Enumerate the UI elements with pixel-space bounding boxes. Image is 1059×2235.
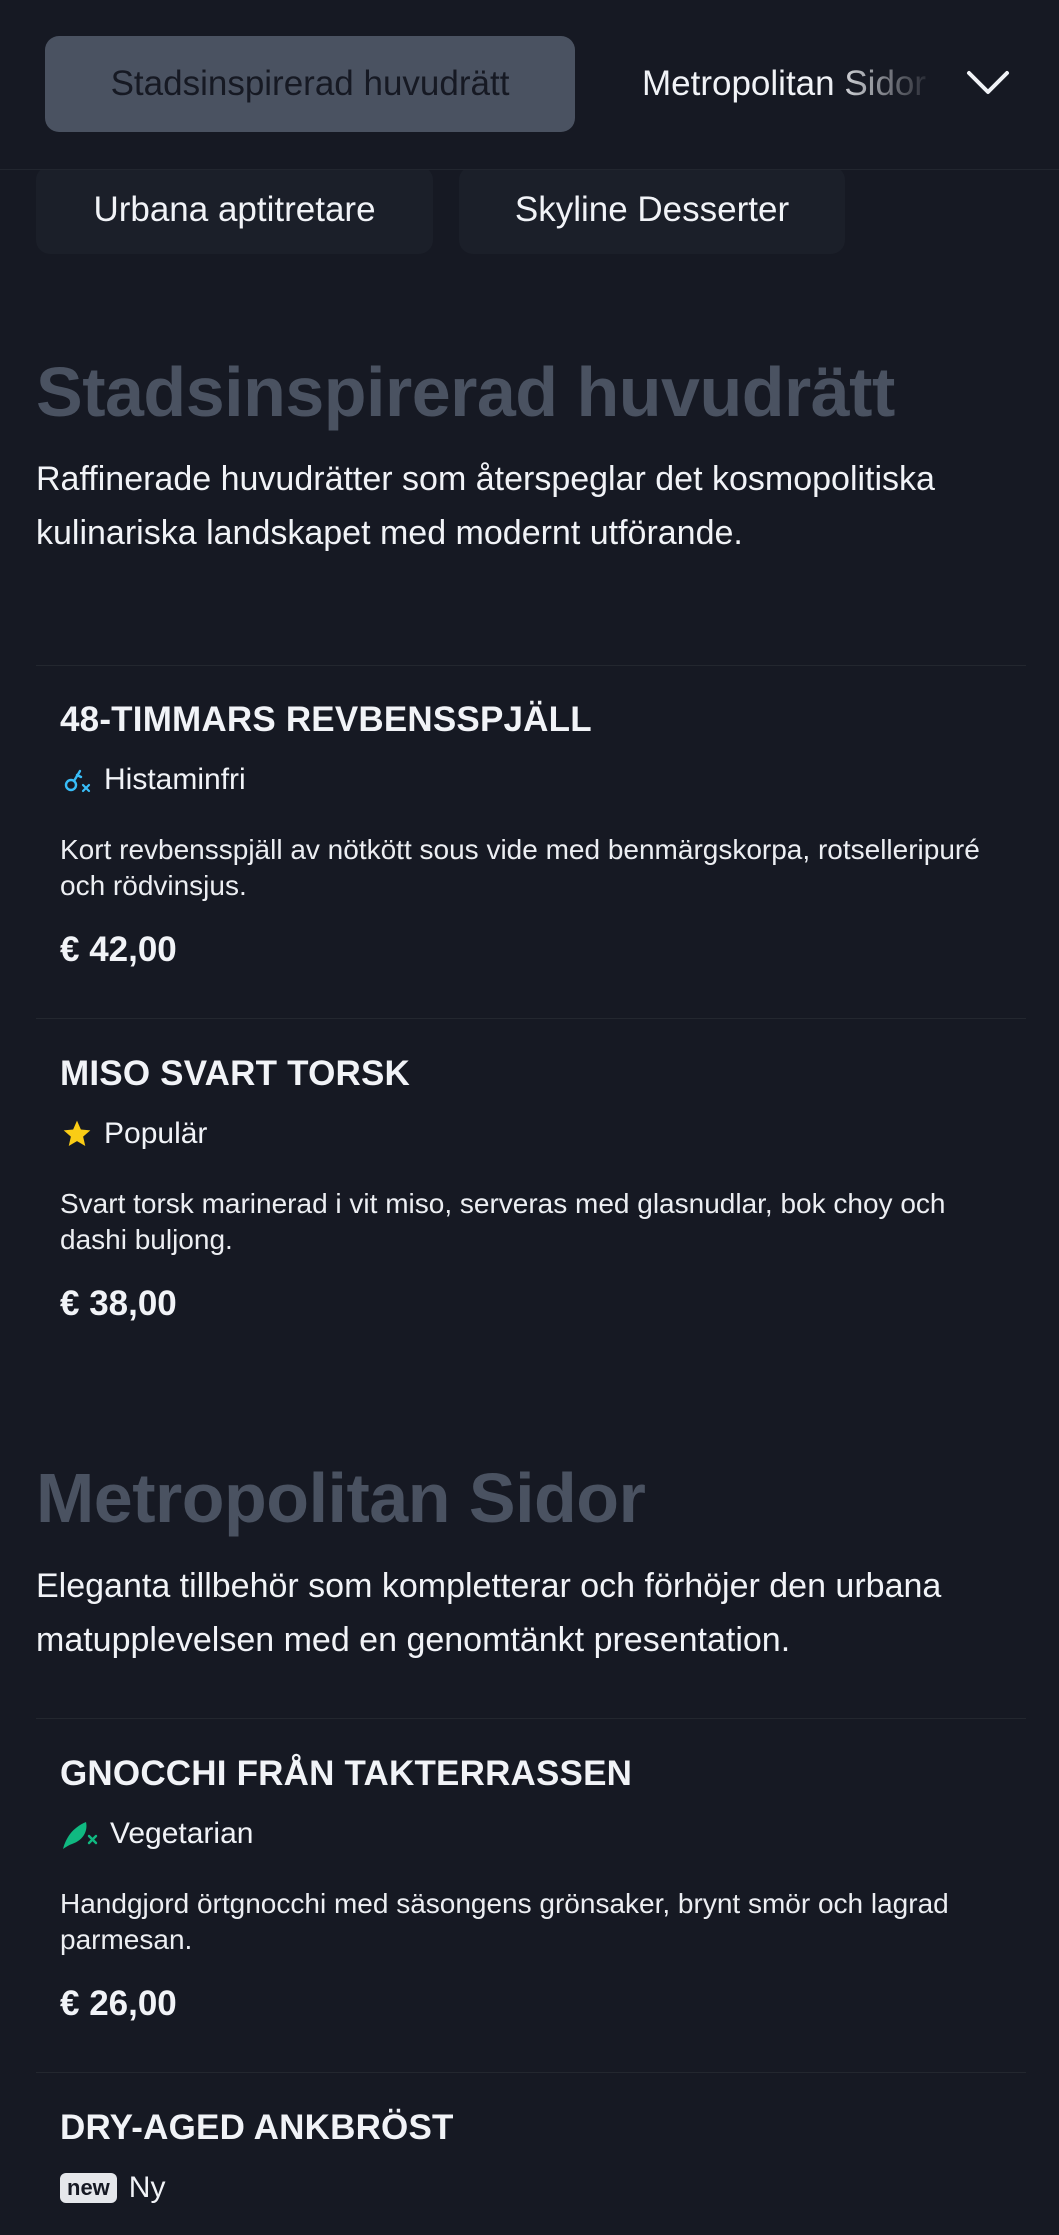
tag-label: Ny [128, 2171, 166, 2204]
item-price: € 42,00 [60, 930, 177, 969]
item-price: € 38,00 [60, 1284, 177, 1323]
chip-urbana-aptitretare[interactable]: Urbana aptitretare [36, 166, 433, 254]
item-description: Kort revbensspjäll av nötkött sous vide … [60, 834, 980, 901]
chevron-down-icon[interactable] [960, 58, 1016, 108]
menu-item[interactable]: MISO SVART TORSK Populär Svart torsk mar… [36, 1054, 1026, 1344]
tag-label: Populär [104, 1117, 208, 1150]
divider [36, 1018, 1026, 1019]
chip-label: Urbana aptitretare [93, 190, 376, 229]
new-badge-icon: new [60, 2173, 117, 2203]
divider [36, 665, 1026, 666]
new-tag: new Ny [60, 2168, 165, 2208]
section-description: Eleganta tillbehör som kompletterar och … [36, 1567, 942, 1659]
tab-label: Stadsinspirerad huvudrätt [110, 64, 510, 103]
item-name: MISO SVART TORSK [60, 1054, 410, 1093]
menu-item[interactable]: DRY-AGED ANKBRÖST new Ny [36, 2108, 1026, 2235]
chip-label: Skyline Desserter [514, 190, 790, 229]
vegetarian-leaf-icon [60, 1817, 100, 1851]
star-icon [60, 1117, 94, 1151]
section-description: Raffinerade huvudrätter som återspeglar … [36, 460, 935, 552]
dietary-tag: Histaminfri [60, 760, 246, 800]
category-nav: Stadsinspirerad huvudrätt Metropolitan S… [0, 0, 1059, 170]
item-price: € 26,00 [60, 1984, 177, 2023]
tab-metropolitan-sidor[interactable]: Metropolitan Sidor [642, 36, 942, 132]
histamine-free-icon [60, 763, 94, 797]
item-description: Handgjord örtgnocchi med säsongens gröns… [60, 1888, 949, 1955]
section-title: Metropolitan Sidor [36, 1459, 646, 1537]
dietary-tag: Vegetarian [60, 1814, 253, 1854]
menu-item[interactable]: 48-TIMMARS REVBENSSPJÄLL Histaminfri Kor… [36, 700, 1026, 990]
menu-item[interactable]: GNOCCHI FRÅN TAKTERRASSEN Vegetarian Han… [36, 1754, 1026, 2044]
category-chips: Urbana aptitretare Skyline Desserter [36, 166, 1036, 254]
item-name: GNOCCHI FRÅN TAKTERRASSEN [60, 1754, 633, 1793]
divider [36, 1718, 1026, 1719]
tab-label: Metropolitan Sidor [642, 64, 927, 103]
item-name: 48-TIMMARS REVBENSSPJÄLL [60, 700, 592, 739]
menu-page: Stadsinspirerad huvudrätt Metropolitan S… [0, 0, 1059, 2235]
tab-stadsinspirerad-huvudratt[interactable]: Stadsinspirerad huvudrätt [45, 36, 575, 132]
section-title: Stadsinspirerad huvudrätt [36, 353, 895, 431]
popular-tag: Populär [60, 1114, 207, 1154]
item-name: DRY-AGED ANKBRÖST [60, 2108, 454, 2147]
tag-label: Vegetarian [110, 1817, 254, 1850]
chip-skyline-desserter[interactable]: Skyline Desserter [459, 166, 845, 254]
item-description: Svart torsk marinerad i vit miso, server… [60, 1188, 946, 1255]
divider [36, 2072, 1026, 2073]
tag-label: Histaminfri [104, 763, 246, 796]
